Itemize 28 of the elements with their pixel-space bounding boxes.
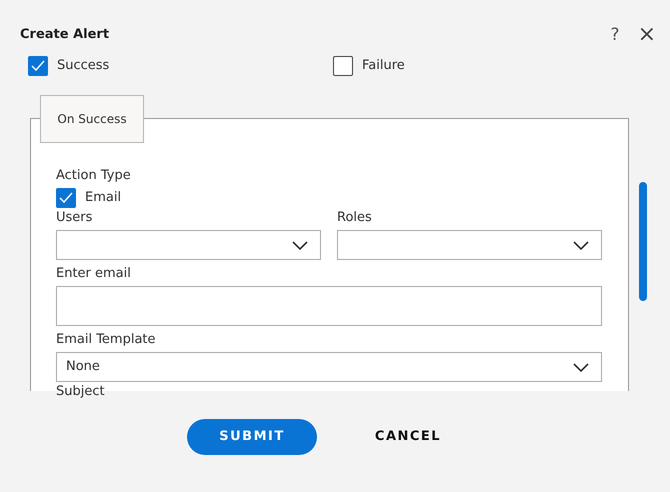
dropdown[interactable] [56, 230, 321, 260]
submit-button[interactable]: SUBMIT [187, 419, 317, 455]
chevron-down-icon [573, 240, 589, 250]
checkbox[interactable] [28, 56, 48, 76]
field-label: Email Template [56, 331, 157, 349]
field-label: Users [56, 209, 94, 227]
field-label: Roles [337, 209, 373, 227]
scrollbar[interactable] [639, 182, 647, 301]
checkmark-icon [31, 60, 45, 72]
close-button[interactable]: × [638, 24, 656, 46]
checkbox[interactable] [56, 188, 76, 208]
email-input-field[interactable] [56, 286, 602, 326]
checkbox[interactable] [333, 56, 353, 76]
checkbox-label: Success [57, 57, 110, 76]
cancel-button[interactable]: CANCEL [363, 419, 453, 455]
tab[interactable]: On Success [40, 95, 144, 143]
window-title: Create Alert [20, 26, 110, 44]
template-dropdown[interactable]: None [56, 352, 602, 382]
field-label: Enter email [56, 265, 132, 283]
chevron-down-icon [573, 362, 589, 372]
checkbox-label: Email [85, 189, 122, 208]
field-label: Subject [56, 383, 106, 401]
field-label: Action Type [56, 167, 132, 185]
help-button[interactable]: ? [610, 26, 620, 44]
dropdown[interactable] [337, 230, 602, 260]
chevron-down-icon [292, 240, 308, 250]
checkmark-icon [59, 192, 73, 204]
checkbox-label: Failure [362, 57, 405, 76]
